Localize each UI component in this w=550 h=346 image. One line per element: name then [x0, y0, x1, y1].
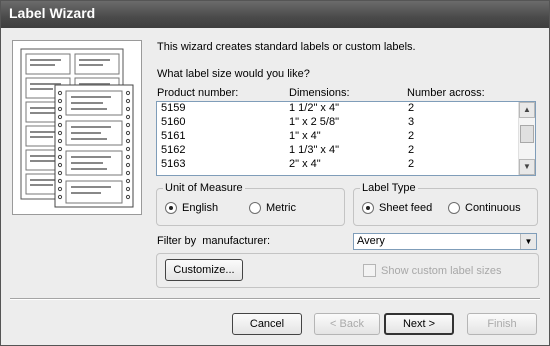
number-across: 2 — [408, 130, 415, 142]
dimensions: 1 1/3" x 4" — [289, 144, 340, 156]
number-across: 2 — [408, 158, 415, 170]
label-sheets-picture — [20, 48, 134, 208]
manufacturer-value: Avery — [357, 235, 385, 247]
english-label: English — [182, 202, 219, 214]
number-across: 2 — [408, 102, 415, 114]
next-button[interactable]: Next > — [384, 313, 454, 335]
manufacturer-combobox[interactable]: Avery ▼ — [353, 233, 537, 250]
product-number: 5159 — [161, 102, 186, 114]
customize-button[interactable]: Customize... — [165, 259, 243, 281]
radio-unselected-icon — [448, 202, 460, 214]
scroll-up-arrow-icon[interactable]: ▲ — [519, 102, 535, 118]
label-size-question: What label size would you like? — [157, 68, 310, 80]
column-header-across: Number across: — [407, 87, 485, 99]
column-header-dimensions: Dimensions: — [289, 87, 350, 99]
show-custom-sizes-checkbox[interactable]: Show custom label sizes — [363, 264, 501, 277]
label-type-group: Label Type Sheet feed Continuous — [353, 182, 538, 226]
dimensions: 2" x 4" — [289, 158, 321, 170]
continuous-radio[interactable]: Continuous — [448, 202, 521, 214]
product-number: 5163 — [161, 158, 186, 170]
list-item[interactable]: 5162 1 1/3" x 4" 2 — [157, 144, 519, 159]
checkbox-box — [363, 264, 376, 277]
column-header-product: Product number: — [157, 87, 239, 99]
metric-label: Metric — [266, 202, 296, 214]
wizard-client-area: This wizard creates standard labels or c… — [4, 28, 546, 343]
product-number: 5160 — [161, 116, 186, 128]
list-scrollbar[interactable]: ▲ ▼ — [518, 102, 535, 175]
button-separator — [10, 298, 540, 300]
finish-button[interactable]: Finish — [467, 313, 537, 335]
dimensions: 1" x 2 5/8" — [289, 116, 340, 128]
english-radio[interactable]: English — [165, 202, 218, 214]
label-wizard-window: Label Wizard This wizard creates standar… — [0, 0, 550, 346]
product-number: 5162 — [161, 144, 186, 156]
radio-selected-icon — [362, 202, 374, 214]
number-across: 3 — [408, 116, 415, 128]
number-across: 2 — [408, 144, 415, 156]
window-title: Label Wizard — [9, 5, 96, 21]
sheet-feed-label: Sheet feed — [379, 202, 433, 214]
continuous-label: Continuous — [465, 202, 521, 214]
back-button[interactable]: < Back — [314, 313, 380, 335]
metric-radio[interactable]: Metric — [249, 202, 296, 214]
scroll-thumb[interactable] — [520, 125, 534, 143]
product-number: 5161 — [161, 130, 186, 142]
list-item[interactable]: 5163 2" x 4" 2 — [157, 158, 519, 173]
show-custom-sizes-label: Show custom label sizes — [381, 264, 502, 277]
list-item[interactable]: 5159 1 1/2" x 4" 2 — [157, 102, 519, 117]
label-size-list[interactable]: 5159 1 1/2" x 4" 2 5160 1" x 2 5/8" 3 51… — [156, 101, 536, 176]
customize-group: Customize... Show custom label sizes — [156, 253, 539, 288]
radio-unselected-icon — [249, 202, 261, 214]
filter-manufacturer-label: Filter by manufacturer: — [157, 235, 271, 247]
scroll-down-arrow-icon[interactable]: ▼ — [519, 159, 535, 175]
unit-of-measure-group: Unit of Measure English Metric — [156, 182, 345, 226]
dropdown-arrow-icon[interactable]: ▼ — [520, 234, 536, 249]
dimensions: 1" x 4" — [289, 130, 321, 142]
radio-selected-icon — [165, 202, 177, 214]
intro-text: This wizard creates standard labels or c… — [157, 41, 416, 53]
unit-of-measure-legend: Unit of Measure — [163, 182, 245, 194]
list-item[interactable]: 5160 1" x 2 5/8" 3 — [157, 116, 519, 131]
label-type-legend: Label Type — [360, 182, 418, 194]
dimensions: 1 1/2" x 4" — [289, 102, 340, 114]
sheet-feed-radio[interactable]: Sheet feed — [362, 202, 432, 214]
cancel-button[interactable]: Cancel — [232, 313, 302, 335]
list-item[interactable]: 5161 1" x 4" 2 — [157, 130, 519, 145]
title-bar[interactable]: Label Wizard — [1, 1, 549, 28]
label-sheets-illustration — [12, 40, 142, 215]
